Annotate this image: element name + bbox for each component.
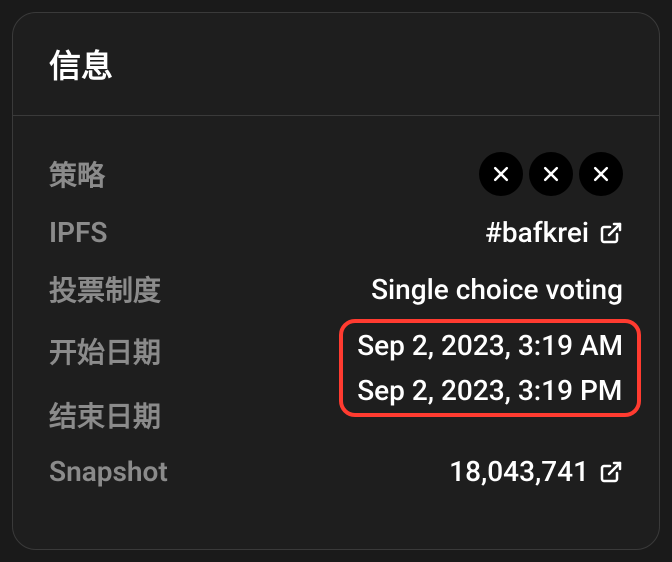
strategy-row: 策略 <box>49 152 623 196</box>
end-date-value: Sep 2, 2023, 3:19 PM <box>357 374 623 407</box>
strategy-icon-3[interactable] <box>579 152 623 196</box>
ipfs-link[interactable]: #bafkrei <box>485 216 623 249</box>
x-icon <box>541 164 561 184</box>
strategy-icon-2[interactable] <box>529 152 573 196</box>
dates-highlight: Sep 2, 2023, 3:19 AM Sep 2, 2023, 3:19 P… <box>339 319 641 417</box>
strategy-icons <box>479 152 623 196</box>
ipfs-label: IPFS <box>49 216 108 249</box>
external-link-icon <box>599 460 623 484</box>
snapshot-row: Snapshot 18,043,741 <box>49 455 623 488</box>
voting-system-label: 投票制度 <box>49 269 161 309</box>
dates-labels: 开始日期 结束日期 <box>49 329 161 435</box>
info-card: 信息 策略 <box>12 12 660 550</box>
strategy-icon-1[interactable] <box>479 152 523 196</box>
x-icon <box>491 164 511 184</box>
snapshot-value: 18,043,741 <box>449 455 589 488</box>
card-title: 信息 <box>49 41 623 87</box>
card-header: 信息 <box>13 13 659 115</box>
start-date-label: 开始日期 <box>49 331 161 371</box>
dates-section: 开始日期 结束日期 Sep 2, 2023, 3:19 AM Sep 2, 20… <box>49 329 623 435</box>
card-content: 策略 <box>13 116 659 524</box>
snapshot-label: Snapshot <box>49 455 168 488</box>
x-icon <box>591 164 611 184</box>
strategy-label: 策略 <box>49 154 105 194</box>
ipfs-value: #bafkrei <box>485 216 589 249</box>
snapshot-link[interactable]: 18,043,741 <box>449 455 623 488</box>
end-date-label: 结束日期 <box>49 395 161 435</box>
voting-system-row: 投票制度 Single choice voting <box>49 269 623 309</box>
ipfs-row: IPFS #bafkrei <box>49 216 623 249</box>
start-date-value: Sep 2, 2023, 3:19 AM <box>357 329 623 362</box>
voting-system-value: Single choice voting <box>371 273 623 306</box>
external-link-icon <box>599 221 623 245</box>
